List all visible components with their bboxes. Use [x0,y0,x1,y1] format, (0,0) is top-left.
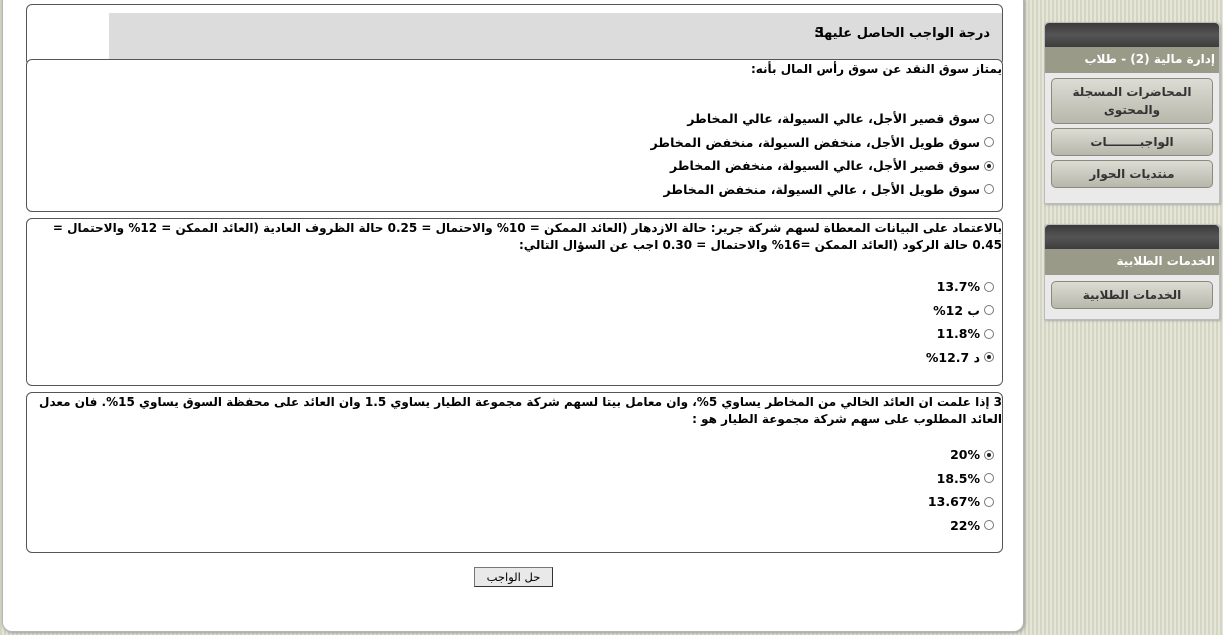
options-list: 20% 18.5% 13.67% 22% [27,443,1002,537]
grade-row: درجة الواجب الحاصل عليها: 3 [109,13,1002,60]
sidebar-item-lectures[interactable]: المحاضرات المسجلة والمحتوى [1051,78,1213,124]
question-text: يمتاز سوق النقد عن سوق رأس المال بأنه: [750,62,1002,76]
submit-homework-button[interactable]: حل الواجب [474,567,553,587]
option-label: 18.5% [936,470,980,486]
grade-value: 3 [814,26,824,41]
option-label: ب 12% [933,302,980,318]
option-4[interactable]: 22% [27,514,1002,538]
option-1[interactable]: 20% [27,443,1002,467]
sidebar-item-homework[interactable]: الواجبــــــــات [1051,128,1213,156]
services-panel: الخدمات الطلابية الخدمات الطلابية [1044,224,1220,320]
option-3[interactable]: 11.8% [27,322,1002,346]
panel-header [1045,23,1219,47]
radio-button[interactable] [984,184,994,195]
question-text: بالاعتماد على البيانات المعطاة لسهم شركة… [52,221,1002,252]
option-1[interactable]: سوق قصير الأجل، عالي السيولة، عالي المخا… [27,107,1002,131]
option-label: سوق قصير الأجل، عالي السيولة، عالي المخا… [687,111,980,127]
options-list: 13.7% ب 12% 11.8% د 12.7% [27,275,1002,369]
option-label: 13.67% [927,494,980,510]
radio-button[interactable] [984,113,994,124]
option-label: سوق طويل الأجل ، عالي السيولة، منخفض الم… [663,181,980,197]
option-2[interactable]: 18.5% [27,467,1002,491]
option-label: د 12.7% [925,349,980,365]
option-3[interactable]: سوق قصير الأجل، عالي السيولة، منخفض المخ… [27,154,1002,178]
sidebar-item-student-services[interactable]: الخدمات الطلابية [1051,281,1213,309]
radio-button[interactable] [984,520,994,531]
question-box-1: يمتاز سوق النقد عن سوق رأس المال بأنه: س… [26,59,1003,212]
option-3[interactable]: 13.67% [27,490,1002,514]
radio-button[interactable] [984,137,994,148]
option-label: سوق قصير الأجل، عالي السيولة، منخفض المخ… [669,158,980,174]
option-label: 20% [950,447,980,463]
options-list: سوق قصير الأجل، عالي السيولة، عالي المخا… [27,107,1002,201]
option-label: 22% [950,517,980,533]
option-2[interactable]: ب 12% [27,299,1002,323]
option-4[interactable]: سوق طويل الأجل ، عالي السيولة، منخفض الم… [27,178,1002,202]
radio-button[interactable] [984,496,994,507]
sidebar-item-forums[interactable]: منتديات الحوار [1051,160,1213,188]
option-1[interactable]: 13.7% [27,275,1002,299]
course-title: إدارة مالية (2) - طلاب [1045,47,1219,73]
question-box-3: 3 إذا علمت ان العائد الخالي من المخاطر ي… [26,392,1003,553]
question-text: 3 إذا علمت ان العائد الخالي من المخاطر ي… [39,395,1002,426]
sidebar-course: إدارة مالية (2) - طلاب المحاضرات المسجلة… [1044,22,1220,204]
radio-button-selected[interactable] [984,352,994,363]
radio-button[interactable] [984,473,994,484]
radio-button[interactable] [984,305,994,316]
panel-header [1045,225,1219,249]
radio-button[interactable] [984,281,994,292]
option-label: سوق طويل الأجل، منخفض السيولة، منخفض الم… [650,134,980,150]
option-label: 11.8% [936,326,980,342]
radio-button-selected[interactable] [984,160,994,171]
radio-button-selected[interactable] [984,449,994,460]
sidebar-services: الخدمات الطلابية الخدمات الطلابية [1044,224,1220,320]
grade-box: درجة الواجب الحاصل عليها: 3 [26,4,1003,66]
services-title: الخدمات الطلابية [1045,249,1219,275]
option-label: 13.7% [936,279,980,295]
question-box-2: بالاعتماد على البيانات المعطاة لسهم شركة… [26,218,1003,386]
radio-button[interactable] [984,328,994,339]
option-2[interactable]: سوق طويل الأجل، منخفض السيولة، منخفض الم… [27,131,1002,155]
course-panel: إدارة مالية (2) - طلاب المحاضرات المسجلة… [1044,22,1220,204]
option-4[interactable]: د 12.7% [27,346,1002,370]
grade-label: درجة الواجب الحاصل عليها: [814,26,990,41]
